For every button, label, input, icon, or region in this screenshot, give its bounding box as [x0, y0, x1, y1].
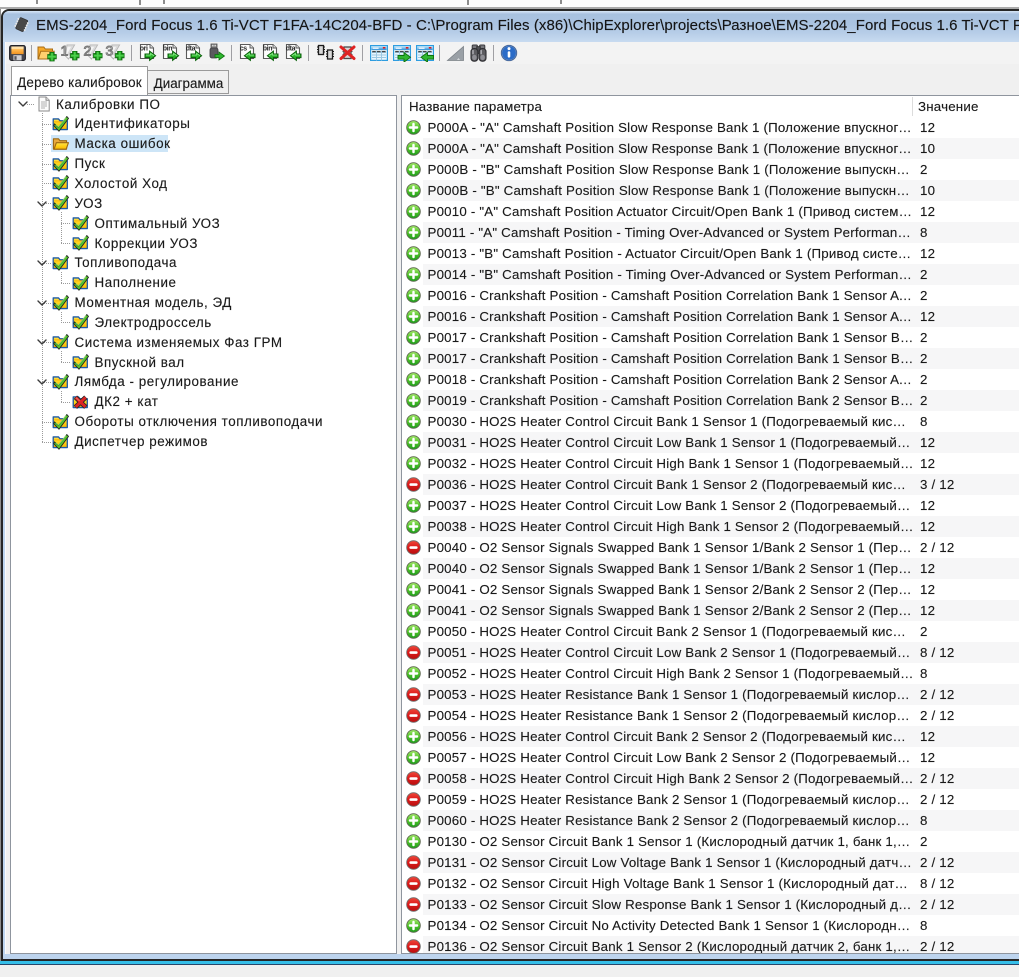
svg-text:bin: bin	[163, 46, 172, 53]
svg-text:cs: cs	[240, 46, 247, 53]
svg-text:dta: dta	[286, 46, 296, 53]
svg-text:1: 1	[61, 43, 69, 59]
svg-text:3: 3	[106, 43, 114, 59]
svg-text:bin: bin	[263, 46, 272, 53]
svg-text:dta: dta	[186, 46, 196, 53]
svg-text:ori: ori	[140, 46, 148, 53]
svg-text:2: 2	[84, 43, 92, 59]
